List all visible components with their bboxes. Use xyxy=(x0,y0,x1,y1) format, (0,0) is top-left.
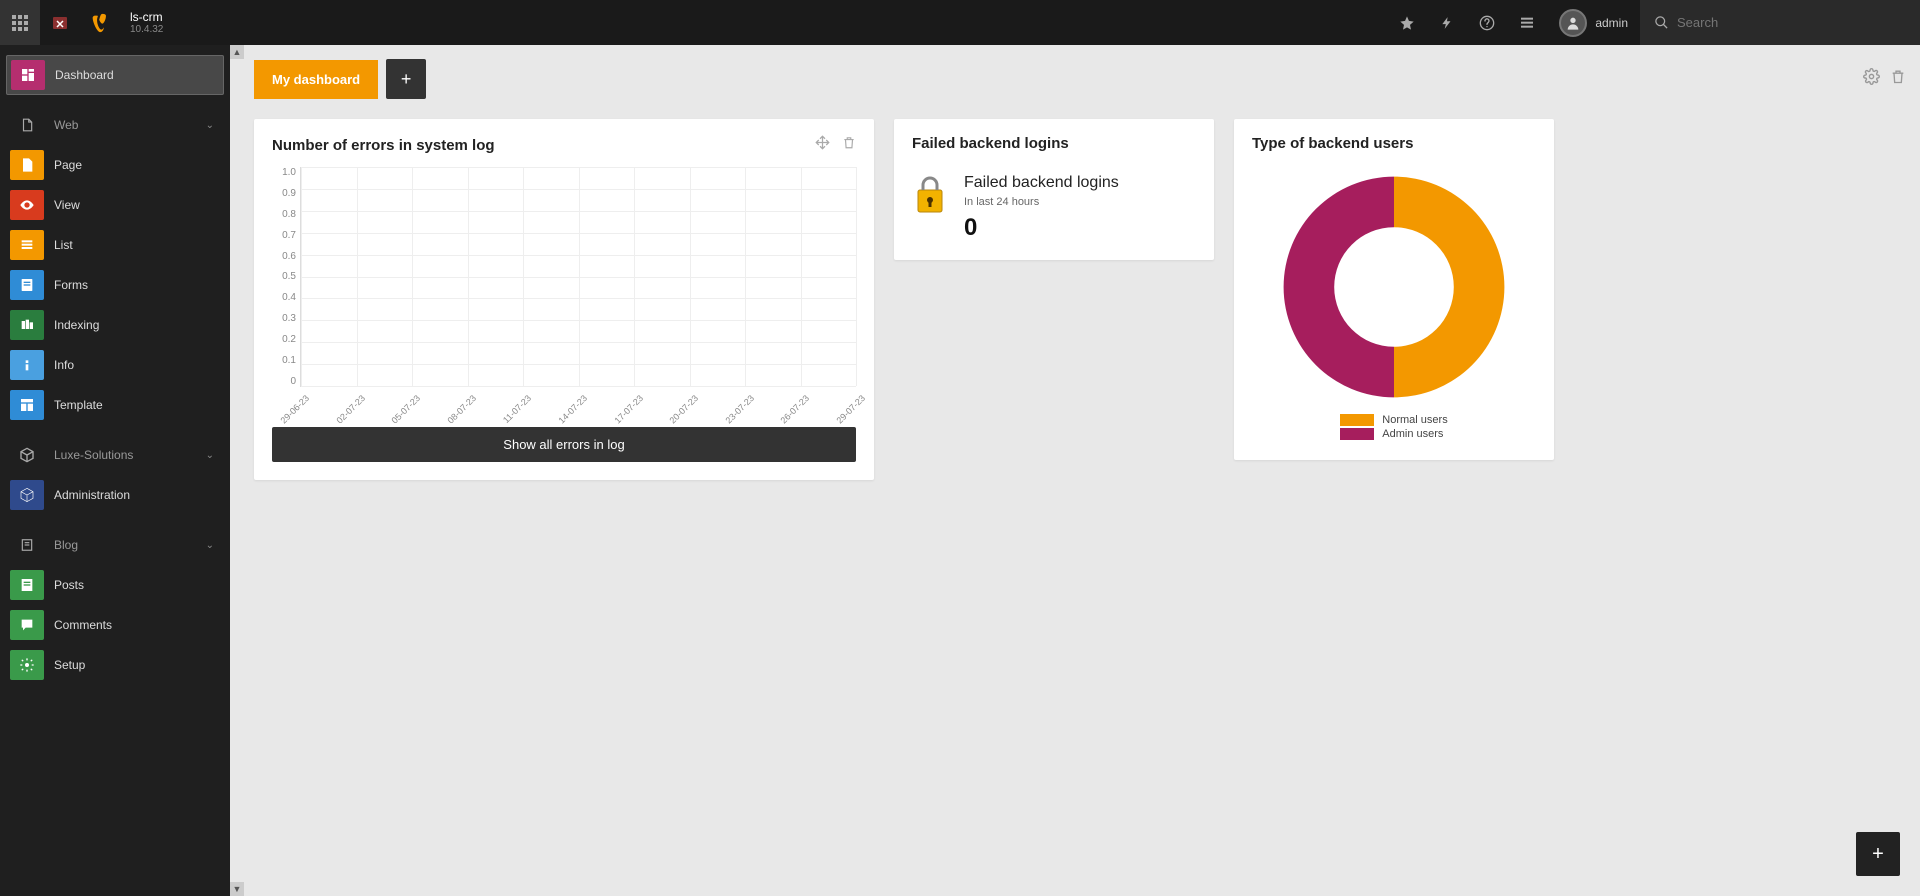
sidebar-item-view[interactable]: View xyxy=(6,185,224,225)
add-widget-button[interactable]: + xyxy=(1856,832,1900,876)
widget-grid: Number of errors in system log 1.00.90.8… xyxy=(254,119,1906,480)
delete-widget-icon[interactable] xyxy=(842,135,856,155)
legend-swatch-admin xyxy=(1340,428,1374,440)
sidebar-label: Administration xyxy=(54,488,130,502)
bookmark-icon[interactable] xyxy=(1387,0,1427,45)
widget-title: Failed backend logins xyxy=(912,135,1069,152)
donut-chart xyxy=(1279,172,1509,402)
sidebar-label: Setup xyxy=(54,658,85,672)
sidebar-item-page[interactable]: Page xyxy=(6,145,224,185)
site-info: ls-crm 10.4.32 xyxy=(120,10,173,35)
legend-label: Admin users xyxy=(1382,428,1443,440)
indexing-icon xyxy=(10,310,44,340)
donut-legend: Normal users Admin users xyxy=(1340,412,1447,442)
page-icon xyxy=(10,150,44,180)
legend-swatch-normal xyxy=(1340,414,1374,426)
sidebar-item-indexing[interactable]: Indexing xyxy=(6,305,224,345)
sidebar-item-dashboard[interactable]: Dashboard xyxy=(6,55,224,95)
flash-icon[interactable] xyxy=(1427,0,1467,45)
chevron-down-icon: ⌄ xyxy=(206,120,214,131)
topbar: ls-crm 10.4.32 admin xyxy=(0,0,1920,45)
add-dashboard-button[interactable]: + xyxy=(386,59,426,99)
list-module-icon xyxy=(10,230,44,260)
help-icon[interactable] xyxy=(1467,0,1507,45)
delete-dashboard-icon[interactable] xyxy=(1890,68,1906,90)
cube-icon xyxy=(10,440,44,470)
lock-icon xyxy=(912,174,948,214)
search-input[interactable] xyxy=(1677,15,1906,30)
sidebar-item-template[interactable]: Template xyxy=(6,385,224,425)
sidebar-group-blog[interactable]: Blog ⌄ xyxy=(6,525,224,565)
sidebar-label: Page xyxy=(54,158,82,172)
sidebar-label: Dashboard xyxy=(55,68,114,82)
sidebar-label: Luxe-Solutions xyxy=(54,448,133,462)
legend-label: Normal users xyxy=(1382,414,1447,426)
tab-my-dashboard[interactable]: My dashboard xyxy=(254,60,378,99)
widget-errors-log: Number of errors in system log 1.00.90.8… xyxy=(254,119,874,480)
sidebar-label: List xyxy=(54,238,73,252)
sidebar-label: Web xyxy=(54,118,78,132)
comments-icon xyxy=(10,610,44,640)
sidebar-label: View xyxy=(54,198,80,212)
sidebar-item-list[interactable]: List xyxy=(6,225,224,265)
sidebar-label: Posts xyxy=(54,578,84,592)
cache-icon[interactable] xyxy=(40,0,80,45)
widget-failed-logins: Failed backend logins Failed backend log… xyxy=(894,119,1214,260)
forms-icon xyxy=(10,270,44,300)
settings-icon[interactable] xyxy=(1863,68,1880,90)
sidebar-group-web[interactable]: Web ⌄ xyxy=(6,105,224,145)
dashboard-icon xyxy=(11,60,45,90)
site-version: 10.4.32 xyxy=(130,24,163,35)
user-label: admin xyxy=(1595,16,1628,30)
avatar-icon xyxy=(1559,9,1587,37)
search-icon xyxy=(1654,15,1669,30)
sidebar-item-setup[interactable]: Setup xyxy=(6,645,224,685)
chevron-down-icon: ⌄ xyxy=(206,450,214,461)
scroll-up-icon[interactable]: ▲ xyxy=(230,45,244,59)
sidebar-item-comments[interactable]: Comments xyxy=(6,605,224,645)
scroll-down-icon[interactable]: ▼ xyxy=(230,882,244,896)
move-icon[interactable] xyxy=(815,135,830,155)
blog-group-icon xyxy=(10,530,44,560)
sidebar-label: Comments xyxy=(54,618,112,632)
search-box[interactable] xyxy=(1640,0,1920,45)
failed-heading: Failed backend logins xyxy=(964,174,1119,192)
sidebar-item-forms[interactable]: Forms xyxy=(6,265,224,305)
typo3-logo-icon[interactable] xyxy=(80,0,120,45)
file-icon xyxy=(10,110,44,140)
user-menu[interactable]: admin xyxy=(1547,0,1640,45)
admin-icon xyxy=(10,480,44,510)
sidebar-item-info[interactable]: Info xyxy=(6,345,224,385)
view-icon xyxy=(10,190,44,220)
widget-title: Type of backend users xyxy=(1252,135,1413,152)
sidebar-item-posts[interactable]: Posts xyxy=(6,565,224,605)
app-launcher-icon[interactable] xyxy=(0,0,40,45)
sidebar-label: Indexing xyxy=(54,318,99,332)
line-chart: 1.00.90.80.70.60.50.40.30.20.10 29-06-23… xyxy=(300,167,856,387)
chevron-down-icon: ⌄ xyxy=(206,540,214,551)
sidebar-label: Info xyxy=(54,358,74,372)
site-name: ls-crm xyxy=(130,10,163,24)
sidebar-label: Template xyxy=(54,398,103,412)
widget-title: Number of errors in system log xyxy=(272,137,495,154)
failed-value: 0 xyxy=(964,214,1119,242)
info-icon xyxy=(10,350,44,380)
dashboard-actions xyxy=(1863,68,1906,90)
sidebar-group-luxe[interactable]: Luxe-Solutions ⌄ xyxy=(6,435,224,475)
template-icon xyxy=(10,390,44,420)
failed-sub: In last 24 hours xyxy=(964,196,1119,208)
list-icon[interactable] xyxy=(1507,0,1547,45)
sidebar: Dashboard Web ⌄ Page View List Forms Ind… xyxy=(0,45,230,896)
content-wrap: ▲ ▼ My dashboard + Number of errors in s… xyxy=(230,45,1920,896)
posts-icon xyxy=(10,570,44,600)
dashboard-tabbar: My dashboard + xyxy=(254,59,1906,99)
sidebar-item-administration[interactable]: Administration xyxy=(6,475,224,515)
sidebar-label: Blog xyxy=(54,538,78,552)
content: My dashboard + Number of errors in syste… xyxy=(230,45,1920,896)
sidebar-label: Forms xyxy=(54,278,88,292)
widget-backend-users: Type of backend users Normal users Admin… xyxy=(1234,119,1554,460)
setup-icon xyxy=(10,650,44,680)
